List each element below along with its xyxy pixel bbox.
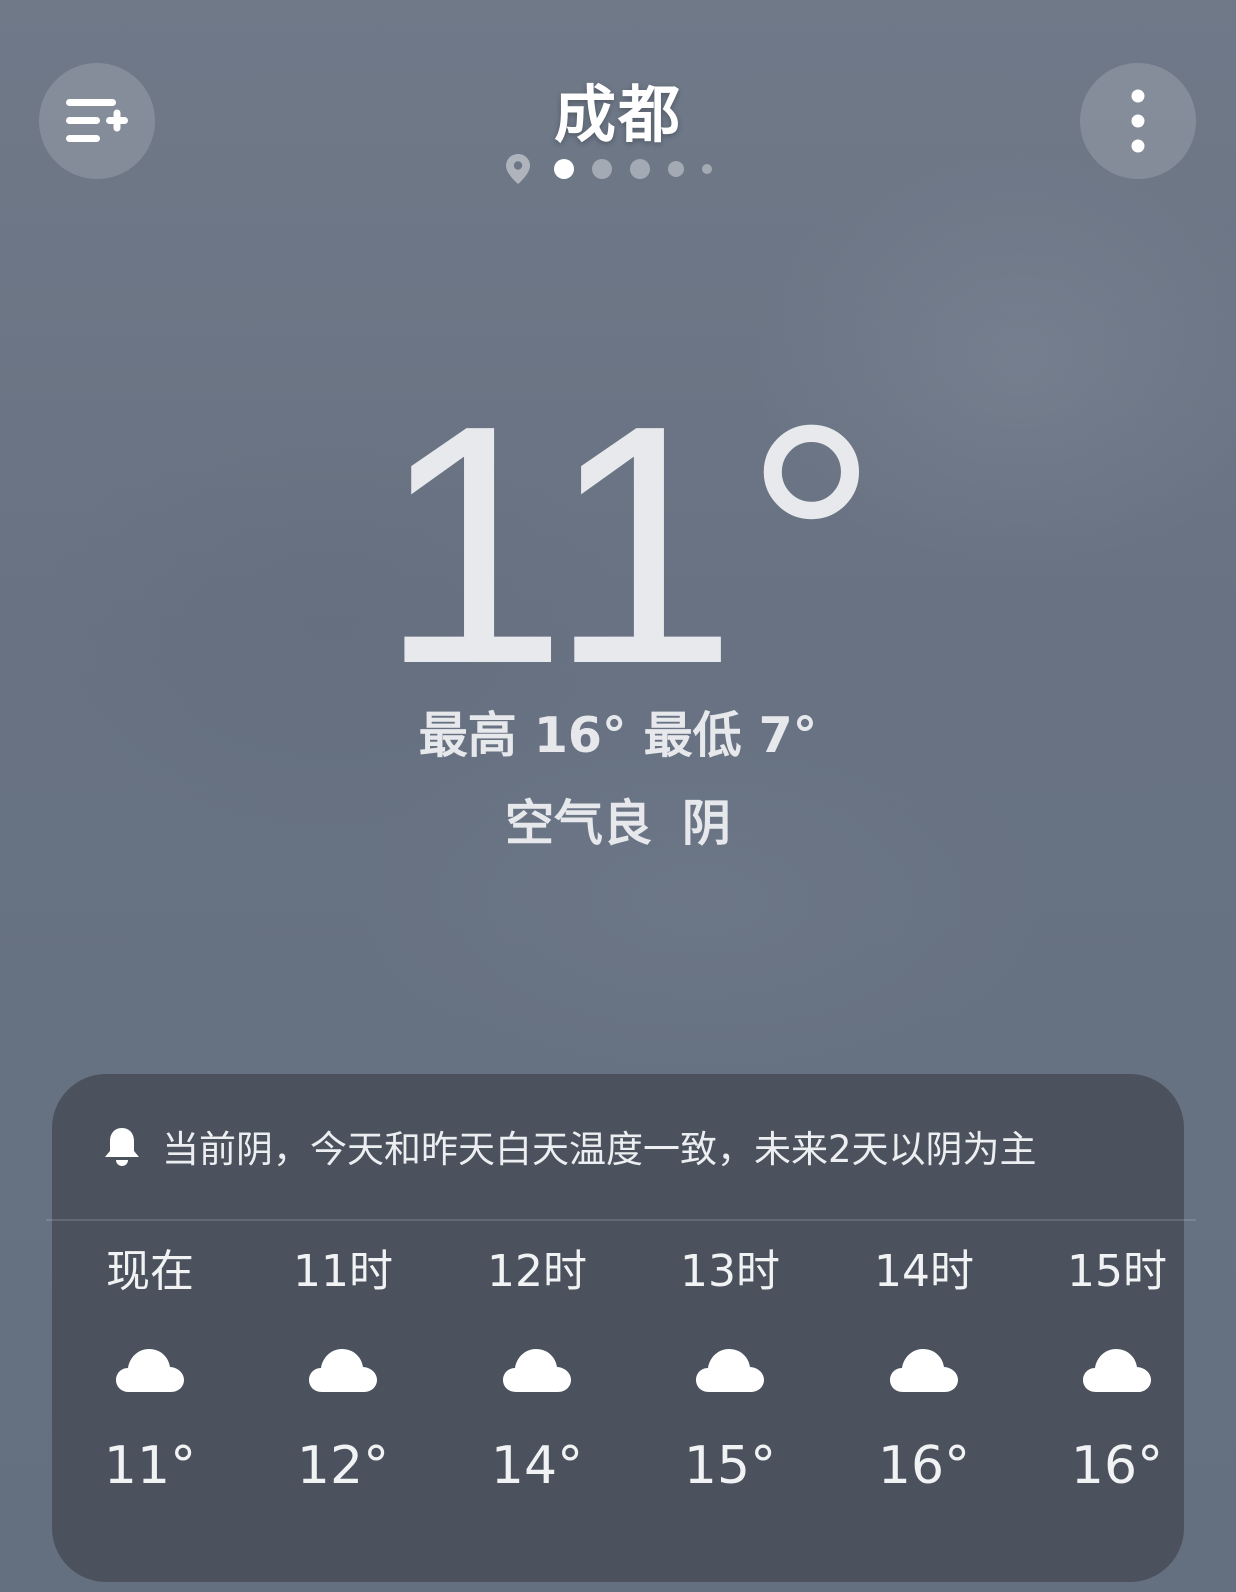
hour-item[interactable]: 12时 14° bbox=[439, 1242, 635, 1496]
hour-temperature: 15° bbox=[683, 1436, 777, 1496]
hour-item[interactable]: 现在 11° bbox=[52, 1242, 248, 1496]
low-temperature: 最低 7° bbox=[643, 707, 818, 764]
bell-icon bbox=[105, 1128, 139, 1166]
cloud-icon bbox=[309, 1349, 377, 1392]
hourly-forecast-card[interactable]: 当前阴，今天和昨天白天温度一致，未来2天以阴为主 现在 11° 11时 12° … bbox=[52, 1074, 1184, 1582]
page-dot-4 bbox=[668, 161, 684, 177]
cloud-icon bbox=[1083, 1349, 1151, 1392]
hour-temperature: 11° bbox=[103, 1436, 197, 1496]
hour-item[interactable]: 15时 16° bbox=[1019, 1242, 1184, 1496]
hour-label: 14时 bbox=[874, 1246, 974, 1297]
hour-label: 11时 bbox=[293, 1246, 393, 1297]
hourly-forecast-list[interactable]: 现在 11° 11时 12° 12时 14° 13时 15° 14时 16° 1… bbox=[52, 1242, 1184, 1562]
page-dot-2 bbox=[592, 159, 612, 179]
hour-temperature: 12° bbox=[296, 1436, 390, 1496]
more-options-button[interactable] bbox=[1080, 63, 1196, 179]
high-low-temperature: 最高 16° 最低 7° bbox=[0, 696, 1236, 767]
cloud-icon bbox=[503, 1349, 571, 1392]
air-quality-condition[interactable]: 空气良阴 bbox=[0, 784, 1236, 855]
city-name: 成都 bbox=[553, 78, 682, 151]
card-divider bbox=[46, 1219, 1196, 1221]
weather-alert[interactable]: 当前阴，今天和昨天白天温度一致，未来2天以阴为主 bbox=[102, 1114, 1037, 1178]
hour-label: 15时 bbox=[1067, 1246, 1167, 1297]
high-temperature: 最高 16° bbox=[418, 707, 627, 764]
hour-temperature: 16° bbox=[1070, 1436, 1164, 1496]
cloud-icon bbox=[890, 1349, 958, 1392]
more-vertical-icon bbox=[1131, 89, 1145, 153]
hour-item[interactable]: 11时 12° bbox=[245, 1242, 441, 1496]
page-dot-1 bbox=[554, 159, 574, 179]
weather-condition: 阴 bbox=[682, 795, 732, 852]
air-quality: 空气良 bbox=[504, 795, 652, 852]
city-page-indicator[interactable] bbox=[505, 152, 730, 186]
location-pin-icon bbox=[506, 154, 530, 184]
alert-text: 当前阴，今天和昨天白天温度一致，未来2天以阴为主 bbox=[162, 1128, 1037, 1171]
page-dot-3 bbox=[630, 159, 650, 179]
hour-temperature: 16° bbox=[877, 1436, 971, 1496]
hour-temperature: 14° bbox=[490, 1436, 584, 1496]
hour-label: 现在 bbox=[106, 1246, 194, 1297]
current-temperature: 11° bbox=[378, 355, 886, 735]
hour-label: 12时 bbox=[487, 1246, 587, 1297]
hour-item[interactable]: 13时 15° bbox=[632, 1242, 828, 1496]
hour-label: 13时 bbox=[680, 1246, 780, 1297]
cloud-icon bbox=[696, 1349, 764, 1392]
page-dot-5 bbox=[702, 164, 712, 174]
cloud-icon bbox=[116, 1349, 184, 1392]
current-temperature-block: 11° bbox=[0, 375, 1236, 715]
hour-item[interactable]: 14时 16° bbox=[826, 1242, 1022, 1496]
